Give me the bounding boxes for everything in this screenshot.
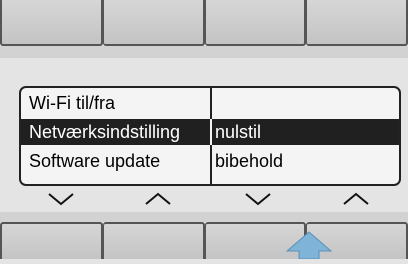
top-softkey-4[interactable] — [306, 0, 408, 46]
chevron-up-icon[interactable] — [143, 188, 173, 208]
arrow-up-icon — [285, 231, 333, 260]
top-softkey-2[interactable] — [102, 0, 205, 46]
bottom-softkey-2[interactable] — [102, 222, 205, 259]
menu-row-value: bibehold — [215, 151, 284, 171]
menu-row-label: Software update — [29, 151, 161, 171]
menu-row-value: nulstil — [215, 122, 262, 142]
chevron-down-icon[interactable] — [243, 188, 273, 208]
top-softkey-3[interactable] — [204, 0, 307, 46]
column-divider-gap — [210, 119, 212, 145]
menu-row-software-update[interactable]: Software update bibehold — [21, 148, 399, 174]
top-softkey-row — [0, 0, 408, 46]
menu-row-label: Wi-Fi til/fra — [29, 93, 115, 113]
chevron-up-icon[interactable] — [341, 188, 371, 208]
top-softkey-1[interactable] — [0, 0, 103, 46]
chevron-down-icon[interactable] — [46, 188, 76, 208]
menu-row-network-settings[interactable]: Netværksindstilling nulstil — [21, 119, 399, 145]
menu-row-label: Netværksindstilling — [29, 122, 181, 142]
bottom-softkey-row — [0, 222, 408, 259]
top-separator — [0, 46, 408, 58]
bottom-softkey-1[interactable] — [0, 222, 103, 259]
settings-menu: Wi-Fi til/fra Netværksindstilling nulsti… — [19, 86, 401, 186]
menu-row-wifi[interactable]: Wi-Fi til/fra — [21, 90, 399, 116]
bottom-separator — [0, 212, 408, 222]
